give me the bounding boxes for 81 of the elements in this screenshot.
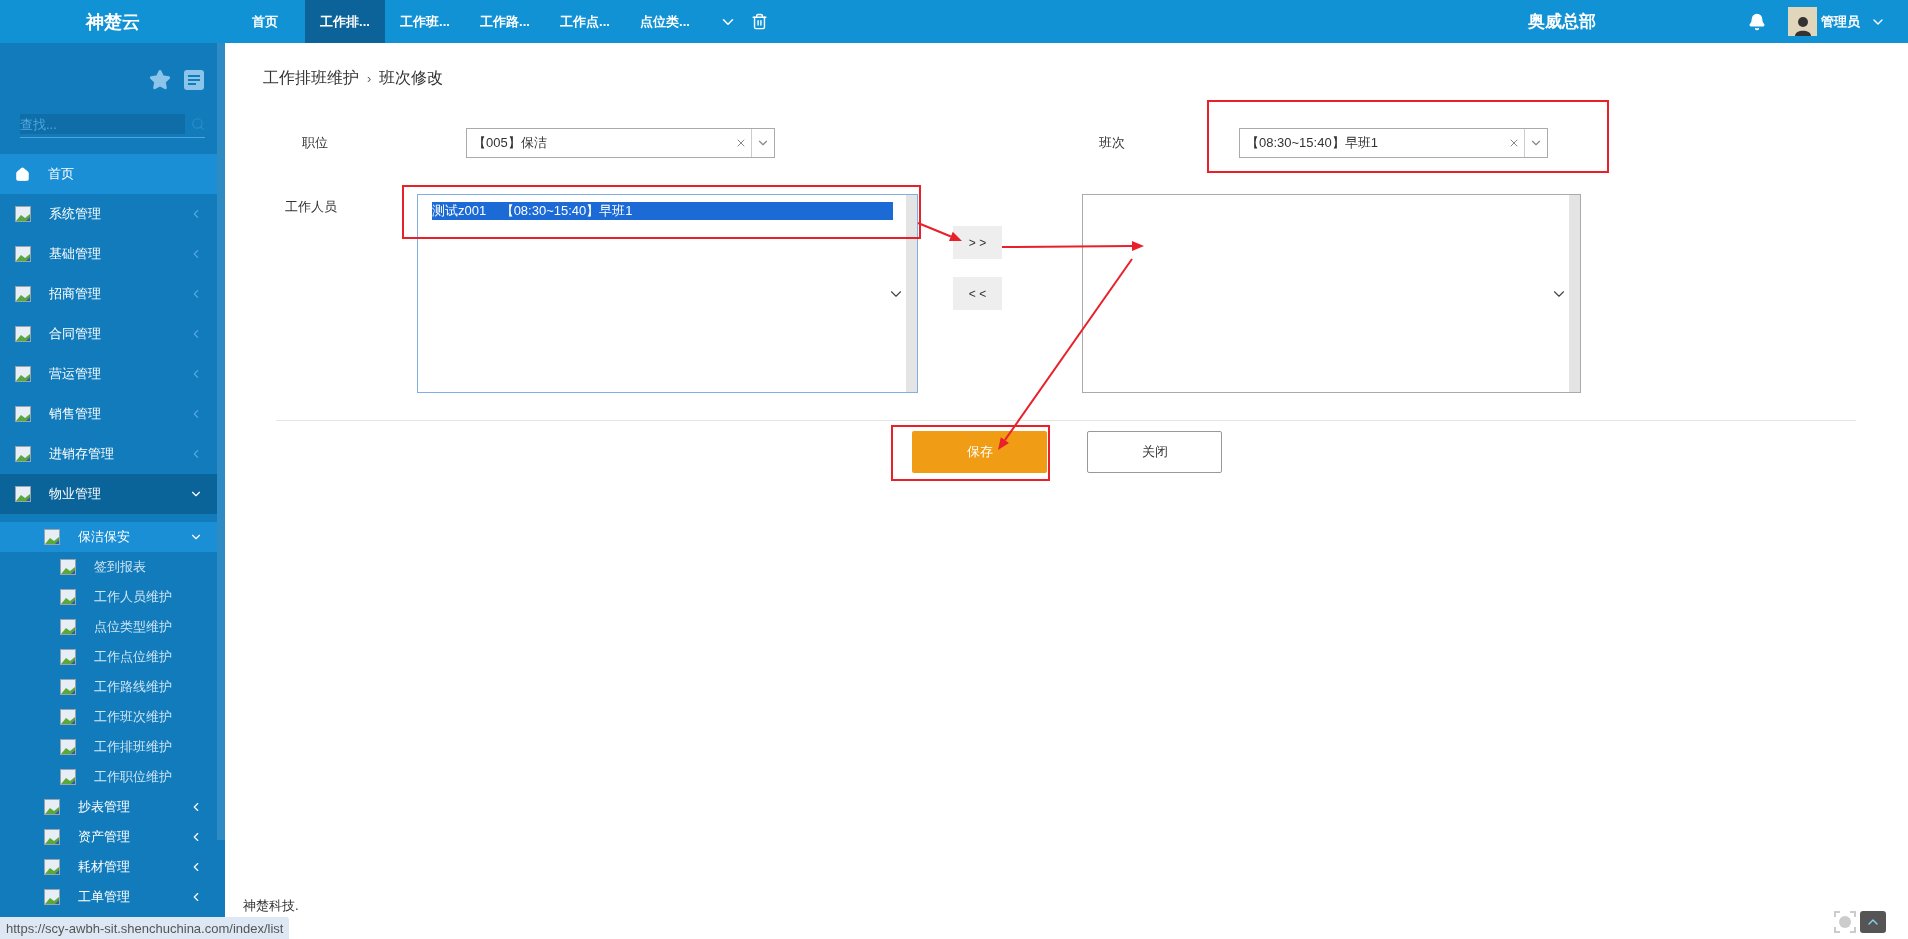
breadcrumb-current: 班次修改 (379, 67, 444, 88)
menu-item[interactable]: 进销存管理 (0, 434, 217, 474)
field-label: 工作人员 (285, 198, 338, 216)
menu-item[interactable]: 签到报表 (0, 552, 217, 582)
image-icon (15, 286, 31, 302)
menu-item[interactable]: 点位类型维护 (0, 612, 217, 642)
menu-item[interactable]: 销售管理 (0, 394, 217, 434)
menu-item[interactable]: 基础管理 (0, 234, 217, 274)
image-icon (60, 559, 76, 575)
image-icon (60, 679, 76, 695)
home-icon (15, 166, 30, 182)
trash-icon[interactable] (751, 13, 768, 30)
organization-name: 奥威总部 (1528, 11, 1596, 33)
image-icon (44, 799, 60, 815)
menu-item[interactable]: 首页 (0, 154, 217, 194)
tab[interactable]: 工作路... (465, 0, 545, 43)
image-icon (15, 326, 31, 342)
scrollbar[interactable] (906, 195, 917, 392)
image-icon (15, 406, 31, 422)
list-box[interactable]: 测试z001 【08:30~15:40】早班1 (417, 194, 918, 393)
field-label: 职位 (302, 134, 329, 152)
image-icon (15, 206, 31, 222)
menu-item[interactable]: 营运管理 (0, 354, 217, 394)
menu-item[interactable]: 工单管理 (0, 882, 217, 912)
app-logo: 神楚云 (84, 10, 141, 34)
field-label: 班次 (1099, 134, 1126, 152)
scrollbar[interactable] (1569, 195, 1580, 392)
scroll-top-button[interactable] (1860, 911, 1886, 933)
menu-item[interactable]: 保洁保安 (0, 522, 217, 552)
image-icon (44, 829, 60, 845)
avatar[interactable] (1788, 7, 1817, 36)
menu-item[interactable]: 工作班次维护 (0, 702, 217, 732)
tab[interactable]: 工作点... (545, 0, 625, 43)
menu-item[interactable]: 工作点位维护 (0, 642, 217, 672)
image-icon (44, 889, 60, 905)
annotation-arrow (917, 222, 962, 242)
focus-icon[interactable] (1834, 911, 1856, 933)
bell-icon[interactable] (1748, 12, 1766, 31)
tab[interactable]: 工作排... (305, 0, 385, 43)
menu-item[interactable]: 物业管理 (0, 474, 217, 514)
image-icon (15, 446, 31, 462)
menu-item[interactable]: 耗材管理 (0, 852, 217, 882)
menu-item[interactable]: 抄表管理 (0, 792, 217, 822)
list-icon[interactable] (183, 69, 205, 91)
move-button[interactable]: < < (953, 277, 1002, 310)
move-button[interactable]: > > (953, 226, 1002, 259)
image-icon (15, 366, 31, 382)
image-icon (60, 739, 76, 755)
menu-item[interactable]: 工作职位维护 (0, 762, 217, 792)
list-option[interactable]: 测试z001 【08:30~15:40】早班1 (432, 202, 893, 220)
breadcrumb-separator: › (367, 70, 372, 86)
breadcrumb-link[interactable]: 工作排班维护 (263, 67, 359, 89)
image-icon (60, 709, 76, 725)
image-icon (60, 589, 76, 605)
menu-item[interactable]: 资产管理 (0, 822, 217, 852)
tab[interactable]: 点位类... (625, 0, 705, 43)
tab[interactable]: 工作班... (385, 0, 465, 43)
tab[interactable]: 首页 (225, 0, 305, 43)
image-icon (60, 649, 76, 665)
status-url: https://scy-awbh-sit.shenchuchina.com/index/list (0, 917, 290, 939)
image-icon (60, 769, 76, 785)
search-field[interactable]: 查找... (20, 114, 185, 134)
footer-text: 神楚科技. (243, 897, 300, 915)
scrollbar[interactable] (217, 43, 225, 840)
image-icon (15, 246, 31, 262)
menu-item[interactable]: 工作排班维护 (0, 732, 217, 762)
image-icon (15, 486, 31, 502)
image-icon (44, 859, 60, 875)
select-field[interactable]: 【005】保洁 (466, 128, 775, 158)
star-icon[interactable] (149, 69, 171, 91)
close-button[interactable]: 关闭 (1087, 431, 1222, 473)
list-box[interactable] (1082, 194, 1581, 393)
user-name[interactable]: 管理员 (1821, 12, 1860, 31)
image-icon (44, 529, 60, 545)
menu-item[interactable]: 招商管理 (0, 274, 217, 314)
menu-item[interactable]: 工作路线维护 (0, 672, 217, 702)
image-icon (60, 619, 76, 635)
select-field[interactable]: 【08:30~15:40】早班1 (1239, 128, 1548, 158)
menu-item[interactable]: 系统管理 (0, 194, 217, 234)
menu-item[interactable]: 合同管理 (0, 314, 217, 354)
menu-item[interactable]: 工作人员维护 (0, 582, 217, 612)
